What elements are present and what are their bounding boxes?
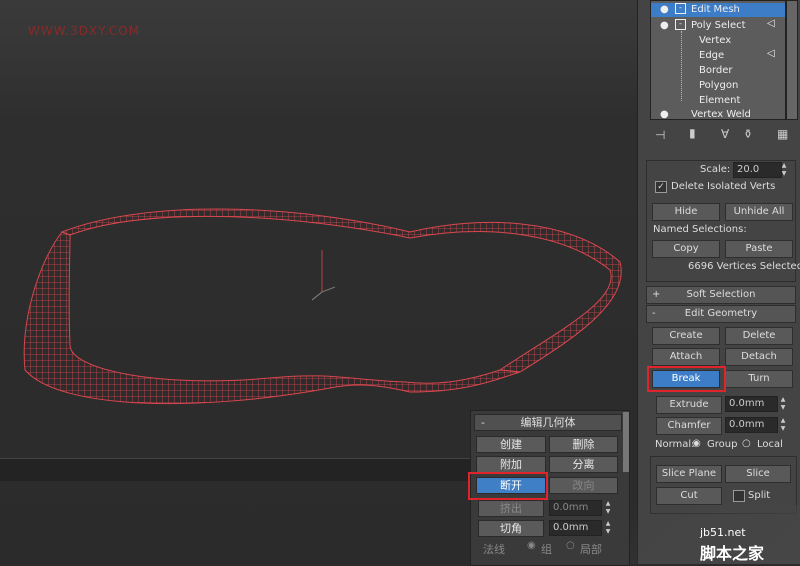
copy-button[interactable]: Copy — [652, 240, 720, 258]
slice-button[interactable]: Slice — [725, 465, 791, 483]
detach-button[interactable]: Detach — [725, 348, 793, 366]
cn-highlight-box — [468, 472, 548, 500]
attach-button[interactable]: Attach — [652, 348, 720, 366]
pivot-z-axis — [321, 286, 336, 293]
make-unique-icon[interactable]: ∀ — [721, 127, 729, 141]
spinner-arrows-icon[interactable]: ▲ ▼ — [603, 500, 613, 516]
pivot-x-axis — [311, 291, 323, 301]
split-checkbox[interactable] — [733, 490, 745, 502]
radio-selected-icon[interactable]: ◉ — [692, 438, 701, 449]
pin-stack-icon[interactable]: ⊣ — [655, 128, 665, 142]
create-button[interactable]: Create — [652, 327, 720, 345]
mobius-strip-mesh[interactable] — [0, 0, 637, 458]
scale-spinner[interactable]: 20.0 — [733, 162, 782, 178]
spinner-arrows-icon[interactable]: ▲ ▼ — [778, 417, 788, 433]
cn-extrude-button[interactable]: 挤出 — [478, 500, 544, 517]
site-url: jb51.net — [700, 526, 746, 539]
soft-selection-title: Soft Selection — [686, 289, 756, 300]
extrude-button[interactable]: Extrude — [656, 396, 722, 414]
cn-extrude-spinner[interactable]: 0.0mm — [549, 500, 602, 516]
remove-modifier-icon[interactable]: ⚱ — [743, 127, 753, 141]
cn-panel-scrollbar[interactable] — [623, 412, 629, 472]
named-selections-label: Named Selections: — [653, 224, 747, 235]
turn-button[interactable]: Turn — [725, 370, 793, 388]
edit-geometry-rollout[interactable]: - Edit Geometry — [646, 305, 796, 323]
stack-item-poly-select[interactable]: Poly Select — [691, 20, 746, 31]
local-label: Local — [757, 439, 783, 450]
lightbulb-icon[interactable]: ● — [660, 20, 669, 31]
pin-icon: ◁ — [767, 48, 775, 59]
lightbulb-icon[interactable]: ● — [660, 4, 669, 15]
cn-rollout-header[interactable]: - 编辑几何体 — [474, 414, 622, 431]
stack-item-element[interactable]: Element — [699, 95, 740, 106]
delete-isolated-checkbox[interactable]: ✓ — [655, 181, 667, 193]
edit-geometry-title: Edit Geometry — [684, 308, 758, 319]
radio-icon[interactable]: ○ — [566, 540, 575, 551]
radio-selected-icon[interactable]: ◉ — [527, 540, 536, 551]
expand-icon: + — [652, 289, 661, 300]
stack-item-edge[interactable]: Edge — [699, 50, 724, 61]
stack-scrollbar[interactable] — [786, 0, 798, 120]
stack-item-vertex-weld[interactable]: Vertex Weld — [691, 109, 751, 119]
cn-create-button[interactable]: 创建 — [476, 436, 546, 453]
show-end-result-icon[interactable]: ▮ — [689, 126, 696, 140]
pin-icon: ◁ — [767, 18, 775, 29]
cn-delete-button[interactable]: 删除 — [549, 436, 618, 453]
chamfer-spinner[interactable]: 0.0mm — [725, 417, 778, 433]
stack-toolbar: ⊣ ▮ ∀ ⚱ ▦ — [645, 126, 795, 144]
highlight-box — [647, 366, 726, 392]
cn-turn-button[interactable]: 改向 — [549, 477, 618, 494]
paste-button[interactable]: Paste — [725, 240, 793, 258]
unhide-all-button[interactable]: Unhide All — [725, 203, 793, 221]
cn-chamfer-spinner[interactable]: 0.0mm — [549, 520, 602, 536]
group-label: Group — [707, 439, 738, 450]
cn-normal-label: 法线 — [483, 543, 505, 556]
stack-item-polygon[interactable]: Polygon — [699, 80, 738, 91]
hide-button[interactable]: Hide — [652, 203, 720, 221]
soft-selection-rollout[interactable]: + Soft Selection — [646, 286, 796, 304]
mesh-back-band — [60, 208, 622, 373]
cut-button[interactable]: Cut — [656, 487, 722, 505]
delete-isolated-label: Delete Isolated Verts — [671, 181, 776, 192]
spinner-arrows-icon[interactable]: ▲ ▼ — [603, 520, 613, 536]
stack-item-edit-mesh[interactable]: Edit Mesh — [691, 4, 740, 15]
collapse-icon: - — [481, 416, 485, 429]
stack-item-border[interactable]: Border — [699, 65, 733, 76]
cn-local-label: 局部 — [580, 543, 602, 556]
normal-label: Normal: — [655, 439, 695, 450]
cn-attach-button[interactable]: 附加 — [476, 456, 546, 473]
collapse-icon[interactable]: - — [675, 19, 686, 30]
modifier-stack[interactable]: ● - Edit Mesh ● - Poly Select ◁ Vertex E… — [650, 0, 786, 120]
site-name: 脚本之家 — [700, 544, 765, 563]
configure-sets-icon[interactable]: ▦ — [777, 127, 788, 141]
expand-icon[interactable]: - — [675, 3, 686, 14]
lightbulb-icon[interactable]: ● — [660, 109, 669, 119]
spinner-arrows-icon[interactable]: ▲ ▼ — [779, 162, 789, 178]
stack-item-vertex[interactable]: Vertex — [699, 35, 731, 46]
slice-plane-button[interactable]: Slice Plane — [656, 465, 722, 483]
scale-label: Scale: — [700, 164, 731, 175]
cn-chamfer-button[interactable]: 切角 — [478, 520, 544, 537]
tree-line — [681, 31, 682, 101]
spinner-arrows-icon[interactable]: ▲ ▼ — [778, 396, 788, 412]
chamfer-button[interactable]: Chamfer — [656, 417, 722, 435]
delete-button[interactable]: Delete — [725, 327, 793, 345]
extrude-spinner[interactable]: 0.0mm — [725, 396, 778, 412]
split-label: Split — [748, 490, 771, 501]
collapse-icon: - — [652, 308, 656, 319]
cn-group-label: 组 — [541, 543, 552, 556]
cn-detach-button[interactable]: 分离 — [549, 456, 618, 473]
selection-status: 6696 Vertices Selected — [688, 261, 800, 272]
cn-rollout-title: 编辑几何体 — [520, 416, 576, 429]
timeline-track[interactable] — [0, 458, 470, 481]
radio-icon[interactable]: ○ — [742, 438, 751, 449]
mesh-front-band — [23, 231, 521, 405]
